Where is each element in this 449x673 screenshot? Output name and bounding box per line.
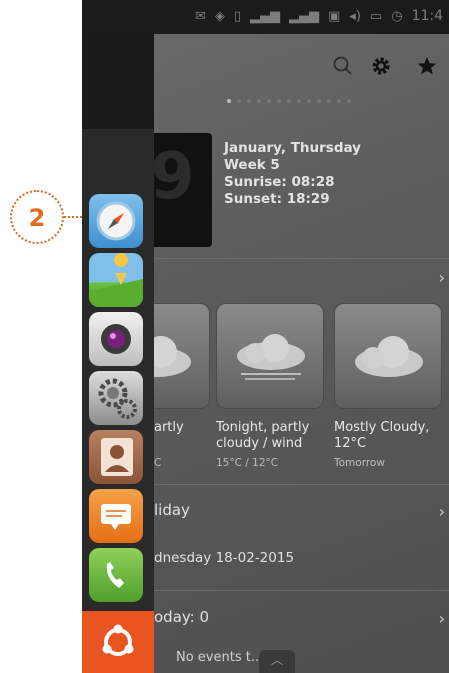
camera-app-icon[interactable]: [89, 312, 143, 366]
holiday-chevron[interactable]: ›: [439, 502, 445, 521]
events-section-label[interactable]: oday: 0: [154, 608, 209, 626]
holiday-section-label[interactable]: liday: [154, 501, 190, 519]
battery-icon: ▭: [369, 8, 383, 24]
weather-card-2-sub: 15°C / 12°C: [216, 457, 279, 469]
cloud-wind-icon: [237, 334, 305, 380]
weather-card-1-line1: artly: [154, 420, 184, 435]
status-bar: ✉ ◈ ▯ ▂▄▆ ▂▄▆ ▣ ◂) ▭ ◷ 11:4: [82, 0, 449, 34]
ubuntu-logo-icon: [102, 624, 134, 656]
status-time: 11:4: [411, 8, 443, 24]
search-icon[interactable]: [332, 55, 354, 77]
date-info: January, Thursday Week 5 Sunrise: 08:28 …: [224, 140, 361, 208]
weather-card-2[interactable]: [216, 303, 324, 409]
browser-app-icon[interactable]: [89, 194, 143, 248]
holiday-date: dnesday 18-02-2015: [154, 550, 295, 566]
system-settings-app-icon[interactable]: [89, 371, 143, 425]
cloud-icon: [355, 336, 423, 377]
weather-card-2-title: Tonight, partly cloudy / wind: [216, 420, 309, 452]
day-number: 9: [150, 140, 195, 214]
mail-icon: ✉: [194, 8, 206, 24]
sunrise-text: Sunrise: 08:28: [224, 174, 335, 190]
weather-card-3-line1: Mostly Cloudy,: [334, 420, 430, 435]
signal-icon: ▂▄▆: [250, 8, 280, 24]
location-icon: ◈: [214, 8, 225, 24]
weather-card-3-sub: Tomorrow: [334, 457, 385, 469]
messaging-app-icon[interactable]: [89, 489, 143, 543]
status-icons: ✉ ◈ ▯ ▂▄▆ ▂▄▆ ▣ ◂) ▭ ◷ 11:4: [195, 8, 443, 24]
maps-app-icon[interactable]: [89, 253, 143, 307]
date-line-1: January, Thursday: [224, 140, 361, 156]
events-chevron[interactable]: ›: [439, 609, 445, 628]
phone-screen: ✉ ◈ ▯ ▂▄▆ ▂▄▆ ▣ ◂) ▭ ◷ 11:4 y 9: [82, 0, 449, 673]
weather-card-2-line1: Tonight, partly: [216, 420, 310, 435]
sunset-text: Sunset: 18:29: [224, 191, 330, 207]
weather-card-1-title: artly: [154, 420, 184, 436]
weather-card-3-line2: 12°C: [334, 436, 367, 451]
contacts-app-icon[interactable]: [89, 430, 143, 484]
page-indicator: [227, 99, 351, 103]
launcher-panel: [82, 34, 154, 673]
weather-card-2-line2: cloudy / wind: [216, 436, 303, 451]
weather-card-3-title: Mostly Cloudy, 12°C: [334, 420, 429, 452]
events-empty-text: No events t...: [176, 650, 264, 665]
callout-number: 2: [28, 204, 46, 232]
settings-gear-icon[interactable]: [370, 55, 392, 77]
ubuntu-home-button[interactable]: [82, 611, 154, 673]
date-line-2: Week 5: [224, 157, 280, 173]
network-3g-icon: ▣: [328, 8, 341, 24]
weather-section-chevron[interactable]: ›: [439, 268, 445, 287]
clock-icon: ◷: [391, 8, 403, 24]
launcher-top-area: [82, 34, 154, 129]
callout-number-badge: 2: [10, 190, 64, 244]
weather-card-3[interactable]: [334, 303, 442, 409]
bluetooth-icon: ▯: [233, 8, 241, 24]
bottom-edge-handle[interactable]: ︿: [259, 650, 295, 673]
signal-2-icon: ▂▄▆: [289, 8, 319, 24]
favorite-star-icon[interactable]: [416, 55, 438, 77]
phone-app-icon[interactable]: [89, 548, 143, 602]
volume-icon: ◂): [349, 8, 361, 24]
weather-card-1-sub: C: [154, 457, 162, 469]
